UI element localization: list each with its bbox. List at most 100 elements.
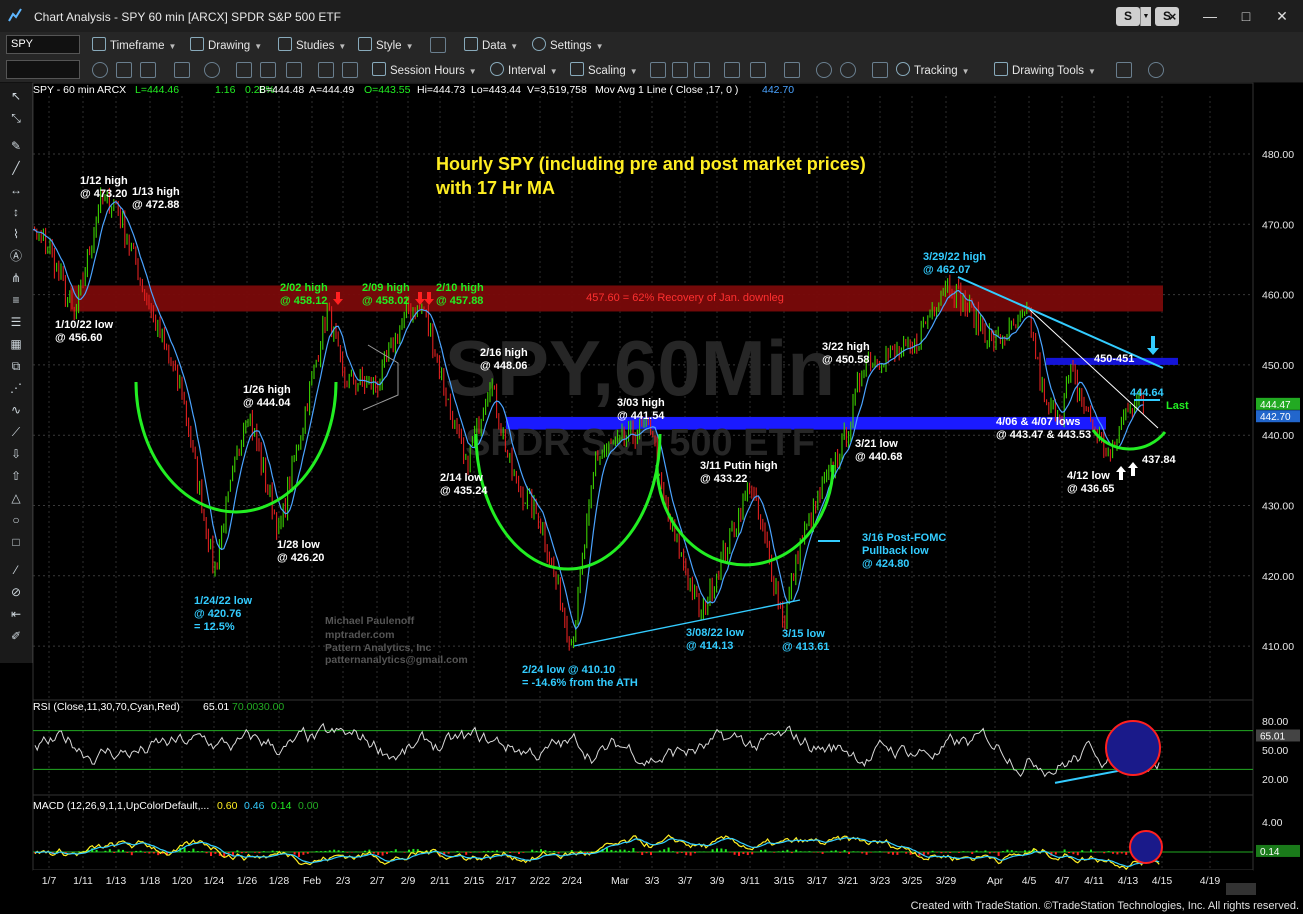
macd-tag-label: 0.14 bbox=[1260, 847, 1280, 858]
time-axis-tick: 3/9 bbox=[710, 875, 725, 887]
annotation-label: 1/24/22 low bbox=[194, 595, 253, 607]
annotation-label: @ 450.58 bbox=[822, 354, 869, 366]
price-axis-tick: 470.00 bbox=[1262, 219, 1294, 231]
credit-line: mptrader.com bbox=[325, 629, 394, 641]
annotation-label: @ 456.60 bbox=[55, 332, 102, 344]
time-axis-tick: 2/3 bbox=[336, 875, 351, 887]
time-axis-tick: 2/22 bbox=[530, 875, 551, 887]
time-axis-tick: 2/17 bbox=[496, 875, 517, 887]
annotation-label: = -14.6% from the ATH bbox=[522, 677, 638, 689]
zone-label: 457.60 = 62% Recovery of Jan. downleg bbox=[586, 292, 784, 304]
time-axis-tick: 3/3 bbox=[645, 875, 660, 887]
time-axis-tick: 1/7 bbox=[42, 875, 57, 887]
time-axis-tick: 3/15 bbox=[774, 875, 795, 887]
annotation-label: @ 424.80 bbox=[862, 558, 909, 570]
annotation-label: 4/06 & 4/07 lows bbox=[996, 416, 1080, 428]
price-axis-tick: 430.00 bbox=[1262, 501, 1294, 513]
rsi-overbought: 70.00 bbox=[232, 701, 258, 713]
time-axis-tick: 1/26 bbox=[237, 875, 258, 887]
header-field: L=444.46 bbox=[135, 84, 179, 96]
time-axis-tick: 4/13 bbox=[1118, 875, 1139, 887]
annotation-label: @ 472.88 bbox=[132, 199, 179, 211]
time-axis-tick: 1/28 bbox=[269, 875, 290, 887]
footer: Created with TradeStation. ©TradeStation… bbox=[0, 898, 1303, 914]
annotation-label: 3/21 low bbox=[855, 438, 898, 450]
credit-line: Michael Paulenoff bbox=[325, 615, 415, 627]
footer-credit: Created with TradeStation. ©TradeStation… bbox=[910, 900, 1299, 912]
annotation-label: @ 426.20 bbox=[277, 552, 324, 564]
annotation-label: 2/02 high bbox=[280, 282, 328, 294]
annotation-label: @ 457.88 bbox=[436, 295, 483, 307]
annotation-label: 3/15 low bbox=[782, 628, 825, 640]
price-axis-tick: 410.00 bbox=[1262, 641, 1294, 653]
header-field: V=3,519,758 bbox=[527, 84, 587, 96]
annotation-label: 2/16 high bbox=[480, 347, 528, 359]
time-axis-tick: 2/11 bbox=[430, 875, 450, 887]
scroll-thumb bbox=[1226, 883, 1256, 895]
annotation-label: @ 441.54 bbox=[617, 410, 665, 422]
annotation-label: @ 458.12 bbox=[280, 295, 327, 307]
annotation-label: = 12.5% bbox=[194, 621, 235, 633]
rsi-highlight-circle bbox=[1105, 720, 1161, 776]
annotation-label: @ 444.04 bbox=[243, 397, 291, 409]
header-field: B=444.48 bbox=[259, 84, 304, 96]
price-tag-label: 444.47 bbox=[1260, 400, 1291, 411]
annotation-label: 1/10/22 low bbox=[55, 319, 114, 331]
time-axis-tick: 4/11 bbox=[1084, 875, 1104, 887]
rsi-label: RSI (Close,11,30,70,Cyan,Red) bbox=[33, 701, 180, 713]
time-axis-tick: 1/24 bbox=[204, 875, 225, 887]
annotation-label: @ 473.20 bbox=[80, 188, 127, 200]
header-field: Mov Avg 1 Line ( Close ,17, 0 ) bbox=[595, 84, 738, 96]
price-axis-tick: 420.00 bbox=[1262, 571, 1294, 583]
annotation-label: @ 420.76 bbox=[194, 608, 241, 620]
time-axis-tick: 1/20 bbox=[172, 875, 193, 887]
annotation-label: 2/10 high bbox=[436, 282, 484, 294]
header-field: O=443.55 bbox=[364, 84, 411, 96]
price-axis-tick: 440.00 bbox=[1262, 430, 1294, 442]
annotation-label: 2/24 low @ 410.10 bbox=[522, 664, 615, 676]
price-axis-tick: 450.00 bbox=[1262, 360, 1294, 372]
annotation-label: @ 436.65 bbox=[1067, 483, 1114, 495]
chart-canvas[interactable]: 457.60 = 62% Recovery of Jan. downleg SP… bbox=[0, 0, 1303, 898]
header-field: Lo=443.44 bbox=[471, 84, 521, 96]
header-field: 442.70 bbox=[762, 84, 794, 96]
macd-pane-frame bbox=[32, 794, 1254, 871]
chart-title-line-2: with 17 Hr MA bbox=[435, 178, 555, 198]
annotation-label: @ 440.68 bbox=[855, 451, 902, 463]
rsi-tag-label: 65.01 bbox=[1260, 731, 1285, 742]
rsi-oversold: 30.00 bbox=[258, 701, 284, 713]
annotation-label: 1/12 high bbox=[80, 175, 128, 187]
annotation-label: @ 443.47 & 443.53 bbox=[996, 429, 1091, 441]
annotation-label: @ 448.06 bbox=[480, 360, 527, 372]
macd-signal: 0.46 bbox=[244, 800, 265, 812]
annotation-label: 3/22 high bbox=[822, 341, 870, 353]
annotation-label: 444.64 bbox=[1130, 387, 1165, 399]
time-axis-tick: 2/24 bbox=[562, 875, 583, 887]
annotation-label: 450-451 bbox=[1094, 353, 1134, 365]
price-axis: 480.00 470.00 460.00 450.00 440.00 430.00 420.… bbox=[1256, 149, 1300, 653]
macd-hist: 0.14 bbox=[271, 800, 292, 812]
credit-line: Pattern Analytics, Inc bbox=[325, 642, 432, 654]
annotation-label: Pullback low bbox=[862, 545, 929, 557]
macd-value: 0.60 bbox=[217, 800, 238, 812]
time-axis-tick: 3/11 bbox=[740, 875, 760, 887]
time-axis-tick: 3/17 bbox=[807, 875, 828, 887]
time-axis-tick: 4/7 bbox=[1055, 875, 1070, 887]
time-axis-tick: 1/11 bbox=[73, 875, 93, 887]
time-axis: 1/7 1/11 1/13 1/18 1/20 1/24 1/26 1/28 Feb 2/3 2/7… bbox=[33, 870, 1256, 895]
annotation-label: 2/14 low bbox=[440, 472, 483, 484]
macd-axis-tick: 4.00 bbox=[1262, 817, 1283, 829]
price-axis-tick: 480.00 bbox=[1262, 149, 1294, 161]
header-field: Hi=444.73 bbox=[417, 84, 465, 96]
annotation-label: 3/03 high bbox=[617, 397, 665, 409]
time-axis-tick: 4/15 bbox=[1152, 875, 1173, 887]
annotation-label: @ 433.22 bbox=[700, 473, 747, 485]
rsi-value: 65.01 bbox=[203, 701, 229, 713]
rsi-axis-tick: 80.00 bbox=[1262, 716, 1288, 728]
time-axis-tick: 3/21 bbox=[838, 875, 859, 887]
time-axis-tick: Apr bbox=[987, 875, 1004, 887]
header-field: 1.16 bbox=[215, 84, 236, 96]
annotation-label: 3/16 Post-FOMC bbox=[862, 532, 946, 544]
time-axis-tick: 2/15 bbox=[464, 875, 485, 887]
annotation-label: Last bbox=[1166, 400, 1189, 412]
